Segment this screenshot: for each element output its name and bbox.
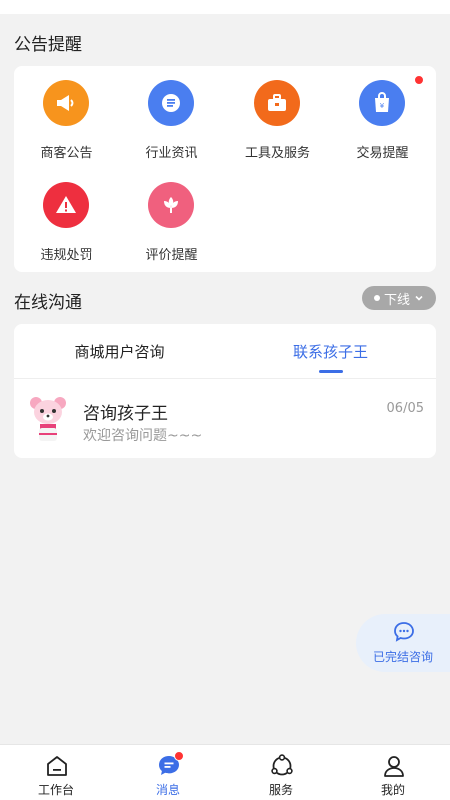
nav-label: 服务 [268,783,293,797]
notice-card: 商客公告 行业资讯 工具及服务 ¥ 交易提醒 违规处罚 评价提醒 [14,66,436,272]
notice-section-title: 公告提醒 [14,35,82,55]
toolbox-icon [254,80,300,126]
notice-item-violation-penalty[interactable]: 违规处罚 [14,168,119,268]
notice-item-trade-reminder[interactable]: ¥ 交易提醒 [330,66,435,166]
nav-label: 消息 [155,783,180,797]
tab-mall-user-consult[interactable]: 商城用户咨询 [14,324,225,378]
status-bar-area [0,0,450,14]
conversation-date: 06/05 [386,401,424,416]
notice-item-label: 评价提醒 [145,248,198,263]
conversation-preview: 欢迎咨询问题~~~ [83,428,203,444]
notice-item-label: 违规处罚 [40,248,93,263]
shopping-bag-icon: ¥ [359,80,405,126]
notice-item-merchant-announcement[interactable]: 商客公告 [14,66,119,166]
nav-item-workbench[interactable]: 工作台 [0,745,112,800]
status-label: 下线 [383,292,410,308]
chat-bubble-icon [394,622,414,642]
online-status-toggle[interactable]: 下线 [362,286,436,310]
notice-item-tools-services[interactable]: 工具及服务 [225,66,330,166]
completed-consult-label: 已完结咨询 [372,650,433,664]
megaphone-icon [43,80,89,126]
badge-dot [174,751,184,761]
svg-text:¥: ¥ [380,102,385,110]
service-icon [271,754,293,776]
warning-icon [43,182,89,228]
profile-icon [384,756,404,777]
badge-dot [414,75,424,85]
status-dot-icon [373,295,380,301]
notice-item-label: 商客公告 [40,146,93,161]
chat-section-title: 在线沟通 [14,293,82,313]
active-tab-indicator [319,370,343,373]
conversation-name: 咨询孩子王 [83,404,168,424]
chevron-down-icon [415,295,423,301]
notice-item-industry-news[interactable]: 行业资讯 [119,66,224,166]
nav-item-service[interactable]: 服务 [225,745,337,800]
chat-card: 商城用户咨询 联系孩子王 咨询孩子王 欢迎咨询问题~~~ 06/05 [14,324,436,458]
nav-label: 工作台 [37,783,74,797]
bottom-nav: 工作台 消息 服务 我的 [0,744,450,800]
notice-item-label: 交易提醒 [356,146,409,161]
workbench-icon [47,756,67,776]
conversation-row[interactable]: 咨询孩子王 欢迎咨询问题~~~ 06/05 [14,379,436,458]
nav-item-messages[interactable]: 消息 [112,745,224,800]
notice-item-review-reminder[interactable]: 评价提醒 [119,168,224,268]
news-icon [148,80,194,126]
completed-consult-button[interactable]: 已完结咨询 [356,614,450,672]
notice-item-label: 工具及服务 [244,146,310,161]
mascot-avatar [30,397,66,441]
notice-item-label: 行业资讯 [145,146,198,161]
nav-item-profile[interactable]: 我的 [337,745,449,800]
flower-icon [148,182,194,228]
nav-label: 我的 [380,783,405,797]
